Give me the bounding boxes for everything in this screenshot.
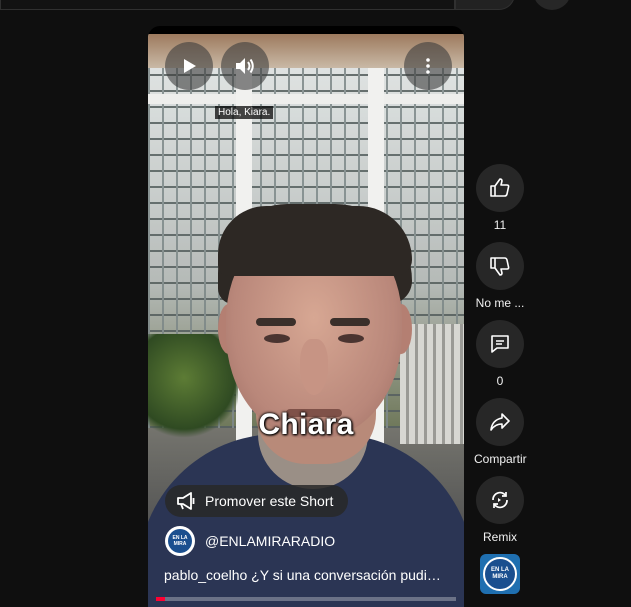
play-button[interactable] (165, 42, 213, 90)
share-icon (490, 413, 510, 431)
channel-avatar[interactable]: EN LA MIRA (165, 526, 195, 556)
voice-search-button[interactable] (533, 0, 571, 10)
share-button[interactable] (476, 398, 524, 446)
remix-action: Remix (474, 476, 526, 544)
comments-action: 0 (474, 320, 526, 388)
caption-top: Hola, Kiara. (215, 106, 274, 119)
comment-count: 0 (496, 374, 504, 388)
play-icon (184, 59, 196, 73)
thumb-up-icon (490, 178, 510, 197)
video-frame (148, 34, 464, 607)
remix-button[interactable] (476, 476, 524, 524)
megaphone-icon (177, 492, 195, 510)
like-action: 11 (474, 164, 526, 232)
dislike-button[interactable] (476, 242, 524, 290)
channel-handle[interactable]: @ENLAMIRARADIO (205, 533, 335, 549)
progress-bar[interactable] (156, 597, 456, 601)
remix-icon (492, 491, 508, 509)
more-options-button[interactable] (404, 42, 452, 90)
remix-label: Remix (482, 530, 517, 544)
source-channel-thumbnail[interactable]: EN LA MIRA (480, 554, 520, 594)
video-title[interactable]: pablo_coelho ¿Y si una conversación pudi… (164, 567, 448, 583)
share-action: Compartir (474, 398, 527, 466)
volume-button[interactable] (221, 42, 269, 90)
search-input[interactable] (0, 0, 455, 10)
like-button[interactable] (476, 164, 524, 212)
share-label: Compartir (474, 452, 527, 466)
caption-main: Chiara (258, 408, 354, 441)
dislike-action: No me ... (474, 242, 526, 310)
promote-label: Promover este Short (205, 493, 334, 509)
channel-info: EN LA MIRA @ENLAMIRARADIO (165, 525, 335, 557)
comments-button[interactable] (476, 320, 524, 368)
more-vert-icon (426, 58, 430, 74)
thumb-down-icon (490, 257, 510, 276)
progress-fill (156, 597, 165, 601)
comment-icon (491, 335, 509, 353)
volume-icon (236, 58, 254, 74)
like-count: 11 (493, 218, 507, 232)
promote-short-button[interactable]: Promover este Short (165, 485, 348, 517)
search-button[interactable] (455, 0, 515, 10)
shorts-player[interactable]: Hola, Kiara. Chiara Promover este Short … (148, 26, 464, 607)
dislike-label: No me ... (475, 296, 525, 310)
masthead-edge (0, 0, 631, 12)
